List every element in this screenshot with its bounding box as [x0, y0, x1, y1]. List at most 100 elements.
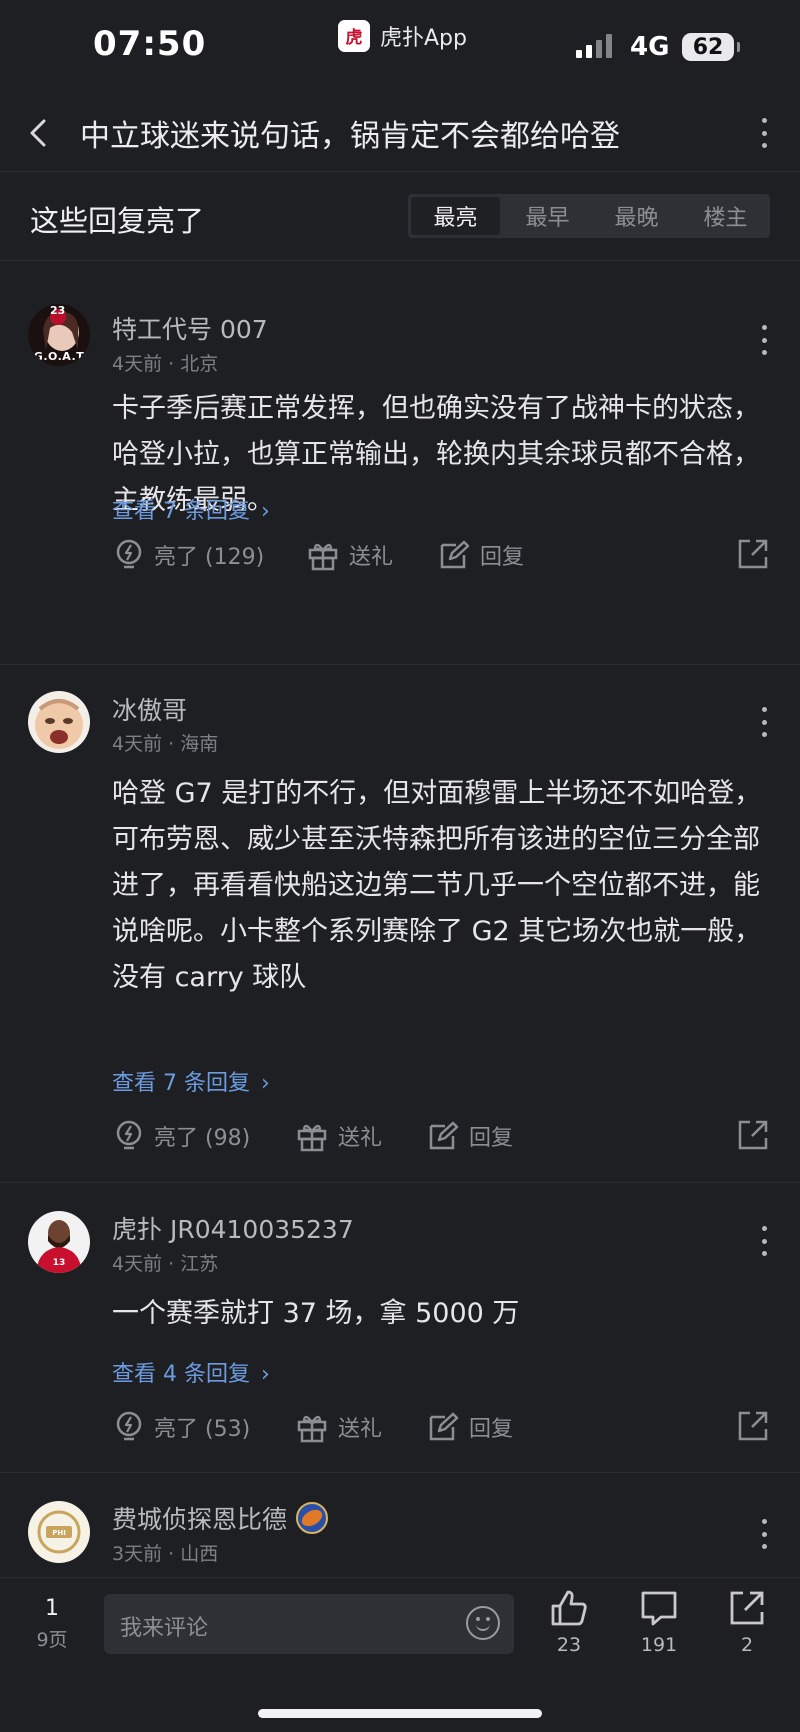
edit-icon [429, 1121, 459, 1150]
battery-icon: 62 [682, 33, 740, 61]
status-bar: 07:50 虎 虎扑App 4G 62 [0, 0, 800, 95]
comment-item: 13 虎扑 JR0410035237 4天前 · 江苏 一个赛季就打 37 场，… [0, 1183, 800, 1473]
status-time: 07:50 [93, 24, 207, 64]
more-options-icon[interactable] [760, 118, 768, 148]
reply-button[interactable]: 回复 [427, 1116, 513, 1156]
battery-level: 62 [692, 34, 724, 60]
signal-icon [576, 34, 612, 58]
share-count: 2 [740, 1634, 754, 1656]
share-post-button[interactable]: 2 [712, 1588, 782, 1656]
network-type: 4G [630, 32, 670, 62]
more-options-icon[interactable] [760, 1519, 768, 1549]
gift-button[interactable]: 送礼 [307, 535, 393, 575]
view-replies-link[interactable]: 查看 7 条回复 › [112, 1065, 270, 1097]
share-icon[interactable] [736, 537, 770, 571]
chevron-right-icon: › [260, 1362, 270, 1387]
username[interactable]: 冰傲哥 [112, 691, 187, 727]
like-button[interactable]: 亮了 (53) [114, 1407, 250, 1447]
team-badge-icon [296, 1502, 329, 1534]
sort-tabs: 最亮 最早 最晚 楼主 [408, 194, 770, 238]
username[interactable]: 虎扑 JR0410035237 [112, 1210, 354, 1246]
edit-icon [429, 1412, 459, 1441]
view-replies-link[interactable]: 查看 4 条回复 › [112, 1356, 270, 1388]
share-icon[interactable] [736, 1118, 770, 1152]
like-post-button[interactable]: 23 [534, 1588, 604, 1656]
chevron-right-icon: › [260, 1071, 270, 1096]
gift-label: 送礼 [338, 1417, 383, 1442]
comment-count: 191 [640, 1634, 678, 1656]
comments-button[interactable]: 191 [624, 1588, 694, 1656]
nav-header: 中立球迷来说句话，锅肯定不会都给哈登 [0, 95, 800, 172]
lightbulb-icon [116, 1411, 142, 1441]
view-replies-link[interactable]: 查看 7 条回复 › [112, 493, 270, 525]
username-row: 费城侦探恩比德 [112, 1500, 329, 1536]
avatar-number: 23 [50, 304, 66, 317]
app-indicator: 虎 虎扑App [338, 20, 467, 52]
like-count: 亮了 (53) [154, 1417, 251, 1442]
share-icon [730, 1591, 764, 1625]
avatar[interactable]: PHI [28, 1501, 90, 1563]
comment-item: PHI 费城侦探恩比德 3天前 · 山西 [0, 1473, 800, 1577]
avatar[interactable]: 23 G.O.A.T [28, 304, 90, 366]
thumbs-up-icon [551, 1590, 587, 1626]
comment-actions: 亮了 (129) 送礼 回复 [112, 535, 772, 575]
chevron-right-icon: › [260, 499, 270, 524]
svg-text:虎: 虎 [346, 28, 363, 48]
reply-label: 回复 [480, 545, 525, 570]
comment-bubble-icon [641, 1591, 677, 1626]
comment-meta: 3天前 · 山西 [112, 1543, 219, 1565]
home-indicator[interactable] [258, 1709, 542, 1718]
gift-icon [308, 543, 338, 571]
comment-meta: 4天前 · 海南 [112, 733, 219, 755]
lightbulb-icon [116, 539, 142, 569]
section-title: 这些回复亮了 [30, 204, 205, 238]
tab-brightest[interactable]: 最亮 [411, 197, 500, 235]
emoji-icon[interactable] [466, 1606, 500, 1640]
back-icon[interactable] [22, 113, 58, 153]
tab-earliest[interactable]: 最早 [503, 194, 592, 238]
page-indicator[interactable]: 1 9页 [30, 1596, 74, 1652]
more-options-icon[interactable] [760, 325, 768, 355]
gift-label: 送礼 [349, 545, 394, 570]
reply-button[interactable]: 回复 [427, 1407, 513, 1447]
username[interactable]: 费城侦探恩比德 [112, 1500, 287, 1536]
comment-actions: 亮了 (98) 送礼 回复 [112, 1116, 772, 1156]
like-count: 亮了 (98) [154, 1126, 251, 1151]
gift-icon [297, 1415, 327, 1443]
more-options-icon[interactable] [760, 1226, 768, 1256]
comment-body: 哈登 G7 是打的不行，但对面穆雷上半场还不如哈登，可布劳恩、威少甚至沃特森把所… [112, 778, 762, 993]
reply-button[interactable]: 回复 [438, 535, 524, 575]
gift-label: 送礼 [338, 1126, 383, 1151]
page-title: 中立球迷来说句话，锅肯定不会都给哈登 [80, 119, 620, 154]
comment-actions: 亮了 (53) 送礼 回复 [112, 1407, 772, 1447]
page-current: 1 [45, 1596, 59, 1621]
like-count: 亮了 (129) [154, 545, 265, 570]
hupu-logo-icon: 虎 [338, 20, 370, 52]
view-replies-label: 查看 7 条回复 [112, 1071, 250, 1096]
svg-text:13: 13 [53, 1258, 66, 1268]
comment-body: 一个赛季就打 37 场，拿 5000 万 [112, 1298, 520, 1329]
gift-button[interactable]: 送礼 [296, 1116, 382, 1156]
tab-latest[interactable]: 最晚 [592, 194, 681, 238]
comment-meta: 4天前 · 北京 [112, 353, 219, 375]
reply-label: 回复 [469, 1126, 514, 1151]
comment-input[interactable]: 我来评论 [104, 1594, 514, 1654]
like-button[interactable]: 亮了 (129) [114, 535, 264, 575]
sort-row: 这些回复亮了 最亮 最早 最晚 楼主 [0, 172, 800, 261]
comment-meta: 4天前 · 江苏 [112, 1253, 219, 1275]
gift-button[interactable]: 送礼 [296, 1407, 382, 1447]
more-options-icon[interactable] [760, 707, 768, 737]
comment-item: 23 G.O.A.T 特工代号 007 4天前 · 北京 卡子季后赛正常发挥，但… [0, 261, 800, 661]
avatar[interactable] [28, 691, 90, 753]
like-button[interactable]: 亮了 (98) [114, 1116, 250, 1156]
app-name: 虎扑App [380, 26, 467, 51]
comment-placeholder: 我来评论 [120, 1616, 209, 1641]
username[interactable]: 特工代号 007 [112, 310, 268, 346]
edit-icon [440, 540, 470, 569]
avatar[interactable]: 13 [28, 1211, 90, 1273]
bottom-bar: 1 9页 我来评论 23 191 2 [0, 1577, 800, 1732]
like-post-count: 23 [556, 1634, 582, 1656]
tab-op[interactable]: 楼主 [681, 194, 770, 238]
share-icon[interactable] [736, 1409, 770, 1443]
gift-icon [297, 1124, 327, 1152]
